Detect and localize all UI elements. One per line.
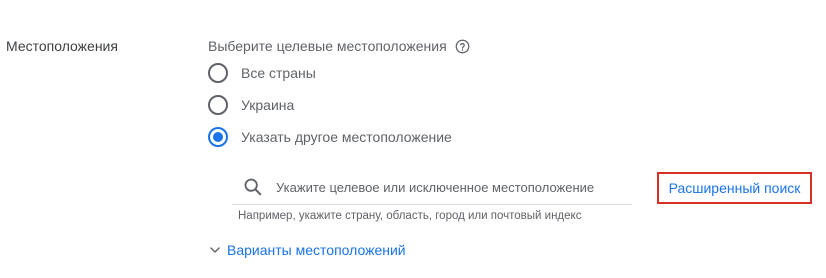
radio-button-ukraine[interactable] <box>208 95 228 115</box>
advanced-search-link[interactable]: Расширенный поиск <box>657 172 812 204</box>
help-circle-icon[interactable] <box>455 39 470 54</box>
section-label: Местоположения <box>6 38 118 54</box>
radio-button-all-countries[interactable] <box>208 63 228 83</box>
location-search-box <box>232 170 632 205</box>
location-search-input[interactable] <box>276 179 616 195</box>
location-options-label: Варианты местоположений <box>227 242 406 258</box>
radio-button-other-location[interactable] <box>208 127 228 147</box>
radio-option-other-location[interactable]: Указать другое местоположение <box>208 127 452 147</box>
radio-option-ukraine[interactable]: Украина <box>208 95 294 115</box>
radio-label-ukraine: Украина <box>241 97 295 113</box>
radio-label-all-countries: Все страны <box>241 65 316 81</box>
radio-option-all-countries[interactable]: Все страны <box>208 63 316 83</box>
location-options-toggle[interactable]: Варианты местоположений <box>208 242 406 258</box>
chevron-down-icon <box>208 243 222 257</box>
radio-label-other-location: Указать другое местоположение <box>241 129 452 145</box>
search-icon <box>242 176 264 198</box>
search-hint: Например, укажите страну, область, город… <box>238 210 582 222</box>
target-locations-prompt: Выберите целевые местоположения <box>208 38 470 54</box>
prompt-text: Выберите целевые местоположения <box>208 38 447 54</box>
